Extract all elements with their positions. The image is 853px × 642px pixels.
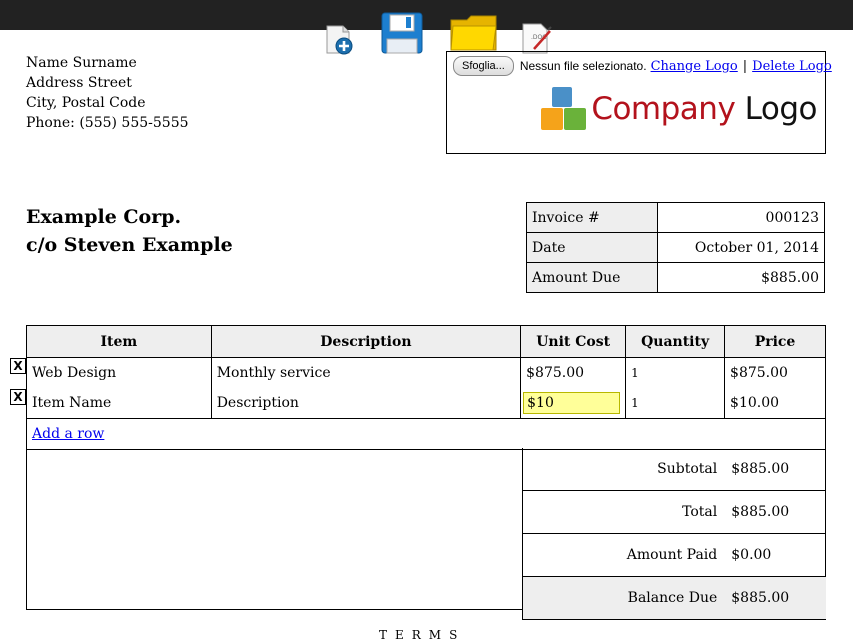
header-description: Description (210, 325, 522, 358)
add-row-link[interactable]: Add a row (32, 426, 104, 442)
delete-row-button[interactable]: X (10, 389, 26, 405)
sender-name[interactable]: Name Surname (26, 53, 189, 73)
item-unit-cost-cell[interactable]: $875.00 (520, 357, 627, 388)
meta-row-date: Date October 01, 2014 (526, 232, 825, 263)
logo-word-company: Company (591, 91, 736, 127)
logo-wordmark: Company Logo (591, 91, 817, 127)
browse-button[interactable]: Sfoglia... (453, 56, 514, 76)
add-row-cell: Add a row (26, 418, 826, 450)
link-separator: | (742, 58, 748, 74)
change-logo-link[interactable]: Change Logo (651, 59, 738, 74)
header-item: Item (26, 325, 212, 358)
item-price-cell: $10.00 (724, 388, 826, 419)
total-label: Total (522, 490, 732, 534)
items-header-row: Item Description Unit Cost Quantity Pric… (26, 325, 826, 358)
invoice-number-label: Invoice # (526, 202, 658, 233)
unit-cost-input-focused[interactable]: $10 (523, 392, 621, 414)
subtotal-row: Subtotal $885.00 (522, 448, 826, 491)
line-items-table: Item Description Unit Cost Quantity Pric… (26, 325, 826, 450)
subtotal-value: $885.00 (731, 448, 826, 491)
item-price-cell: $875.00 (724, 357, 826, 388)
customer-contact[interactable]: c/o Steven Example (26, 231, 233, 259)
balance-due-label: Balance Due (522, 576, 732, 620)
blocks-logo-icon (541, 87, 587, 130)
logo-file-row: Sfoglia... Nessun file selezionato. Chan… (453, 56, 832, 76)
logo-word-logo: Logo (744, 91, 818, 127)
item-name-cell[interactable]: Web Design (26, 357, 212, 388)
open-folder-icon[interactable] (450, 14, 498, 56)
amount-due-value: $885.00 (657, 262, 825, 293)
date-value[interactable]: October 01, 2014 (657, 232, 825, 263)
header-quantity: Quantity (625, 325, 726, 358)
totals-table: Subtotal $885.00 Total $885.00 Amount Pa… (522, 448, 826, 620)
amount-paid-label: Amount Paid (522, 533, 732, 577)
item-description-cell[interactable]: Monthly service (210, 357, 522, 388)
item-description-cell[interactable]: Description (210, 388, 522, 419)
amount-paid-value[interactable]: $0.00 (731, 533, 826, 577)
floppy-save-icon[interactable] (381, 12, 423, 58)
balance-due-row: Balance Due $885.00 (522, 576, 826, 620)
new-document-icon[interactable] (326, 25, 354, 61)
sender-address[interactable]: Name Surname Address Street City, Postal… (26, 53, 189, 133)
item-name-cell[interactable]: Item Name (26, 388, 212, 419)
header-unit-cost: Unit Cost (520, 325, 627, 358)
sender-phone[interactable]: Phone: (555) 555-5555 (26, 113, 189, 133)
total-row: Total $885.00 (522, 490, 826, 534)
meta-row-amount-due: Amount Due $885.00 (526, 262, 825, 293)
amount-due-label: Amount Due (526, 262, 658, 293)
meta-row-invoice-number: Invoice # 000123 (526, 202, 825, 233)
item-quantity-cell[interactable]: 1 (625, 388, 726, 419)
item-unit-cost-cell[interactable]: $10 (520, 388, 627, 419)
amount-paid-row: Amount Paid $0.00 (522, 533, 826, 577)
sender-street[interactable]: Address Street (26, 73, 189, 93)
total-value: $885.00 (731, 490, 826, 534)
terms-heading: TERMS (379, 628, 466, 642)
add-row-row: Add a row (26, 418, 826, 450)
logo-panel: Sfoglia... Nessun file selezionato. Chan… (446, 51, 832, 154)
item-quantity-cell[interactable]: 1 (625, 357, 726, 388)
file-status-text: Nessun file selezionato. (519, 59, 647, 73)
delete-row-button[interactable]: X (10, 358, 26, 374)
customer-name[interactable]: Example Corp. (26, 203, 233, 231)
top-bar (0, 0, 853, 30)
delete-logo-link[interactable]: Delete Logo (752, 59, 832, 74)
table-row: Web Design Monthly service $875.00 1 $87… (26, 357, 826, 388)
invoice-meta-table: Invoice # 000123 Date October 01, 2014 A… (526, 202, 825, 293)
balance-due-value: $885.00 (731, 576, 826, 620)
subtotal-label: Subtotal (522, 448, 732, 491)
sender-city[interactable]: City, Postal Code (26, 93, 189, 113)
header-price: Price (724, 325, 826, 358)
date-label: Date (526, 232, 658, 263)
table-row: Item Name Description $10 1 $10.00 (26, 388, 826, 419)
invoice-number-value[interactable]: 000123 (657, 202, 825, 233)
customer-block[interactable]: Example Corp. c/o Steven Example (26, 203, 233, 259)
company-logo: Company Logo (540, 86, 818, 132)
totals-area: Subtotal $885.00 Total $885.00 Amount Pa… (26, 448, 826, 620)
